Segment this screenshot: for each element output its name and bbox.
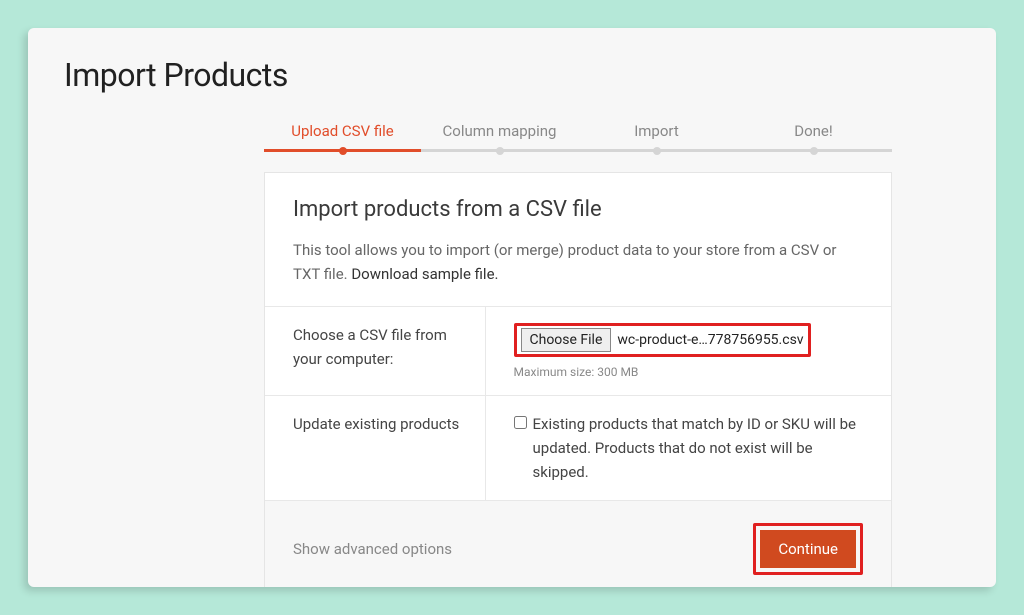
file-input-label: Choose a CSV file from your computer: (265, 307, 485, 396)
page-title: Import Products (64, 56, 960, 94)
file-input-row: Choose a CSV file from your computer: Ch… (265, 307, 891, 396)
selected-file-name: wc-product-e…778756955.csv (617, 332, 803, 348)
step-done[interactable]: Done! (735, 122, 892, 152)
update-existing-row: Update existing products Existing produc… (265, 396, 891, 501)
max-file-size: Maximum size: 300 MB (514, 365, 872, 379)
step-label: Upload CSV file (291, 122, 394, 140)
continue-highlight: Continue (753, 523, 863, 575)
update-existing-cell: Existing products that match by ID or SK… (485, 396, 891, 501)
card-title: Import products from a CSV file (293, 197, 863, 222)
file-input-cell: Choose File wc-product-e…778756955.csv M… (485, 307, 891, 396)
wizard-container: Upload CSV file Column mapping Import Do… (264, 122, 892, 587)
card-description: This tool allows you to import (or merge… (293, 238, 863, 286)
file-input-highlight: Choose File wc-product-e…778756955.csv (514, 323, 811, 357)
step-label: Done! (794, 122, 833, 140)
import-window: Import Products Upload CSV file Column m… (28, 28, 996, 587)
step-label: Column mapping (443, 122, 557, 140)
choose-file-button[interactable]: Choose File (521, 328, 612, 352)
continue-button[interactable]: Continue (760, 530, 856, 568)
step-column-mapping[interactable]: Column mapping (421, 122, 578, 152)
card-footer: Show advanced options Continue (265, 500, 891, 587)
progress-steps: Upload CSV file Column mapping Import Do… (264, 122, 892, 152)
import-card: Import products from a CSV file This too… (264, 172, 892, 587)
update-existing-label: Update existing products (265, 396, 485, 501)
step-upload-csv[interactable]: Upload CSV file (264, 122, 421, 152)
step-import[interactable]: Import (578, 122, 735, 152)
update-existing-checkbox[interactable] (514, 416, 527, 429)
update-existing-description: Existing products that match by ID or SK… (533, 412, 872, 484)
card-header: Import products from a CSV file This too… (265, 173, 891, 306)
form-table: Choose a CSV file from your computer: Ch… (265, 306, 891, 500)
download-sample-link[interactable]: Download sample file. (351, 265, 498, 283)
show-advanced-options-link[interactable]: Show advanced options (293, 540, 452, 558)
update-existing-checkbox-wrap[interactable]: Existing products that match by ID or SK… (514, 412, 872, 484)
step-label: Import (634, 122, 679, 140)
